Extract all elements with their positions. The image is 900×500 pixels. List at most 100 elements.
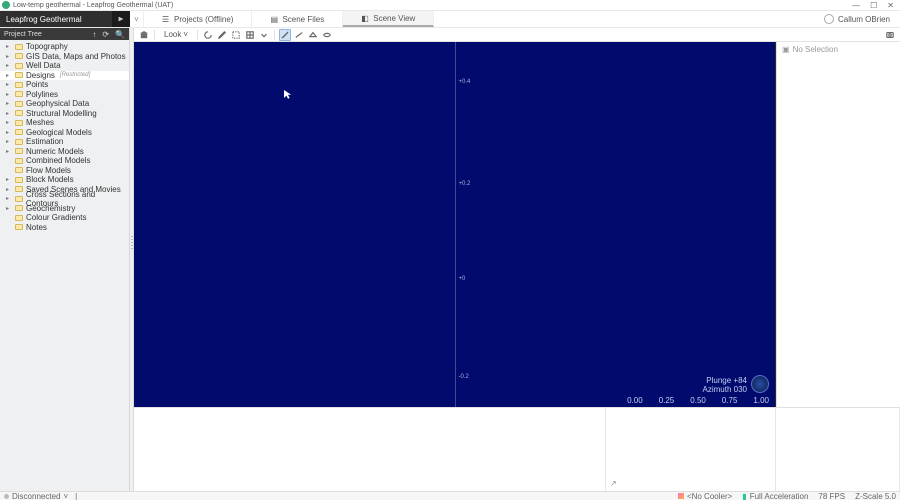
tree-search-icon[interactable]: 🔍	[115, 30, 125, 39]
axis-tick: +0	[459, 276, 466, 282]
folder-icon	[15, 63, 23, 69]
window-maximize-button[interactable]: ☐	[870, 1, 877, 10]
home-view-button[interactable]	[138, 29, 150, 41]
plane-tool-button[interactable]	[307, 29, 319, 41]
scene-toolbar: Look ˅	[134, 28, 900, 42]
folder-icon	[15, 186, 23, 192]
caret-icon: ▸	[6, 176, 12, 183]
tree-item-numeric-models[interactable]: ▸Numeric Models	[0, 147, 129, 157]
tree-item-flow-models[interactable]: Flow Models	[0, 166, 129, 176]
folder-icon	[15, 101, 23, 107]
tree-item-points[interactable]: ▸ Points	[0, 80, 129, 90]
tree-item-label: Points	[26, 80, 48, 89]
draw-line-button[interactable]	[293, 29, 305, 41]
tab-projects[interactable]: ☰ Projects (Offline)	[144, 11, 252, 27]
export-icon[interactable]: ↗	[610, 479, 617, 488]
connection-dropdown[interactable]: ˅	[63, 492, 68, 500]
content-area: Look ˅ +0.4+0.2+0-0.2 Plunge +84 A	[134, 28, 900, 491]
shape-list-panel[interactable]	[134, 408, 606, 491]
pencil-tool-button[interactable]	[216, 29, 228, 41]
cooler-status[interactable]: <No Cooler>	[678, 492, 732, 500]
scale-ruler: 0.000.250.500.751.00	[627, 396, 769, 405]
connection-status-icon	[4, 494, 9, 499]
connection-status[interactable]: Disconnected	[12, 492, 60, 500]
tree-item-label: Combined Models	[26, 156, 90, 165]
tree-item-geological-models[interactable]: ▸Geological Models	[0, 128, 129, 138]
axis-tick: +0.4	[459, 79, 471, 85]
z-scale-control[interactable]: Z-Scale 5.0	[855, 492, 896, 500]
orientation-readout: Plunge +84 Azimuth 030	[703, 376, 747, 395]
folder-icon	[15, 44, 23, 50]
folder-icon	[15, 205, 23, 211]
tree-item-geophysical-data[interactable]: ▸Geophysical Data	[0, 99, 129, 109]
tree-item-topography[interactable]: ▸Topography	[0, 42, 129, 52]
tree-item-label: Estimation	[26, 137, 63, 146]
tree-item-block-models[interactable]: ▸Block Models	[0, 175, 129, 185]
folder-icon	[15, 129, 23, 135]
tree-item-meshes[interactable]: ▸Meshes	[0, 118, 129, 128]
grid-dropdown[interactable]	[258, 29, 270, 41]
tree-item-cross-sections-and-contours[interactable]: ▸Cross Sections and Contours	[0, 194, 129, 204]
window-minimize-button[interactable]: —	[852, 1, 860, 10]
tree-item-label: Geochemistry	[26, 204, 75, 213]
tree-item-designs[interactable]: ▸Designs[Restricted]	[0, 71, 129, 81]
tab-label: Scene Files	[282, 15, 324, 24]
ribbon-dropdown-button[interactable]: ˅	[130, 11, 144, 27]
screenshot-button[interactable]	[884, 29, 896, 41]
tree-refresh-icon[interactable]: ⟳	[102, 30, 109, 39]
tab-scene-view[interactable]: ◧ Scene View	[343, 11, 434, 27]
ruler-tick: 0.50	[690, 396, 706, 405]
tab-scene-files[interactable]: ▤ Scene Files	[252, 11, 343, 27]
tree-item-label: Geological Models	[26, 128, 92, 137]
brand-menu-button[interactable]	[112, 11, 130, 27]
plunge-value: Plunge +84	[703, 376, 747, 386]
caret-icon: ▸	[6, 62, 12, 69]
tree-item-well-data[interactable]: ▸Well Data	[0, 61, 129, 71]
scene-viewport[interactable]: +0.4+0.2+0-0.2 Plunge +84 Azimuth 030 0.…	[134, 42, 776, 407]
rotate-tool-button[interactable]	[202, 29, 214, 41]
canvas-row: +0.4+0.2+0-0.2 Plunge +84 Azimuth 030 0.…	[134, 42, 900, 407]
look-dropdown[interactable]: Look ˅	[159, 29, 193, 40]
selection-header: No Selection	[793, 45, 838, 54]
project-tree-sidebar: Project Tree ↑ ⟳ 🔍 ▸Topography▸GIS Data,…	[0, 28, 130, 491]
tree-up-icon[interactable]: ↑	[92, 30, 96, 39]
tree-item-label: Colour Gradients	[26, 213, 86, 222]
caret-icon: ▸	[6, 186, 12, 193]
clip-tool-button[interactable]	[321, 29, 333, 41]
caret-icon: ▸	[6, 81, 12, 88]
compass-widget[interactable]	[751, 375, 769, 393]
tree-item-label: Polylines	[26, 90, 58, 99]
tab-label: Scene View	[373, 14, 415, 23]
main-area: Project Tree ↑ ⟳ 🔍 ▸Topography▸GIS Data,…	[0, 28, 900, 491]
aux-panel[interactable]: ↗	[606, 408, 776, 491]
ruler-tool-button[interactable]	[279, 29, 291, 41]
user-account[interactable]: Callum OBrien	[824, 11, 900, 27]
cube-icon: ◧	[361, 14, 369, 22]
brand-bar[interactable]: Leapfrog Geothermal	[0, 11, 130, 27]
tree-item-colour-gradients[interactable]: Colour Gradients	[0, 213, 129, 223]
tree-item-estimation[interactable]: ▸Estimation	[0, 137, 129, 147]
tree-item-gis-data-maps-and-photos[interactable]: ▸GIS Data, Maps and Photos	[0, 52, 129, 62]
window-close-button[interactable]: ✕	[887, 1, 894, 10]
axis-tick: -0.2	[459, 374, 469, 380]
project-tree[interactable]: ▸Topography▸GIS Data, Maps and Photos▸We…	[0, 40, 129, 491]
caret-icon: ▸	[6, 205, 12, 212]
brand-label: Leapfrog Geothermal	[6, 15, 82, 24]
user-name: Callum OBrien	[838, 15, 890, 24]
azimuth-value: Azimuth 030	[703, 385, 747, 395]
select-tool-button[interactable]	[230, 29, 242, 41]
folder-icon	[15, 224, 23, 230]
mouse-cursor	[284, 90, 292, 100]
tree-item-polylines[interactable]: ▸Polylines	[0, 90, 129, 100]
tree-item-combined-models[interactable]: Combined Models	[0, 156, 129, 166]
acceleration-status[interactable]: ▮Full Acceleration	[742, 492, 808, 500]
lower-panels: ↗	[134, 407, 900, 491]
properties-panel[interactable]	[776, 408, 900, 491]
tree-item-structural-modelling[interactable]: ▸Structural Modelling	[0, 109, 129, 119]
grid-tool-button[interactable]	[244, 29, 256, 41]
tree-item-notes[interactable]: Notes	[0, 223, 129, 233]
cooler-icon	[678, 493, 684, 499]
folder-icon	[15, 53, 23, 59]
project-tree-header: Project Tree ↑ ⟳ 🔍	[0, 28, 129, 40]
stack-icon: ☰	[162, 15, 170, 23]
